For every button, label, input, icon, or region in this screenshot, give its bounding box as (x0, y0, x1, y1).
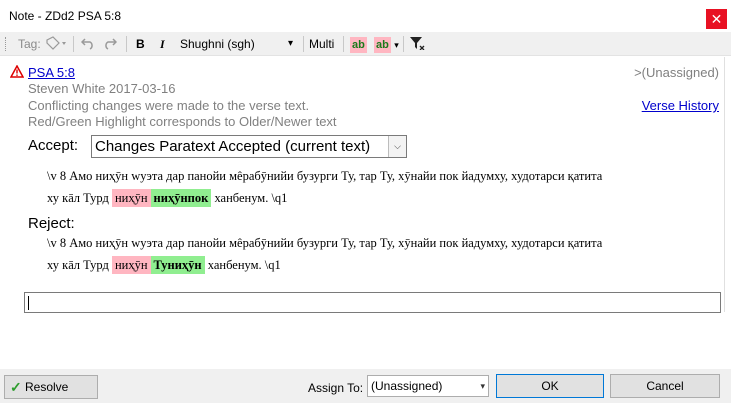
author-date: Steven White 2017-03-16 (28, 81, 176, 96)
toolbar-grip[interactable] (5, 37, 8, 51)
newer-text-highlight: Туниҳӯн (150, 256, 205, 274)
resolve-button[interactable]: ✓ Resolve (4, 375, 98, 399)
reference-link[interactable]: PSA 5:8 (28, 65, 75, 80)
toolbar: Tag: B I Shughni (sgh) ▾ Multi ab ab ▾ (0, 32, 731, 56)
redo-icon[interactable] (103, 36, 118, 52)
check-icon: ✓ (10, 379, 22, 395)
reject-verse-line1: \v 8 Амо ниҳӯн wуэта дар панойи мêрабӯни… (47, 236, 603, 250)
assign-to-value: (Unassigned) (371, 379, 443, 393)
reject-line2-end: ханбенум. \q1 (204, 258, 281, 272)
assign-to-label: Assign To: (308, 381, 364, 395)
undo-icon[interactable] (80, 36, 95, 52)
tag-label: Tag: (18, 37, 41, 51)
verse-history-link[interactable]: Verse History (642, 98, 719, 113)
accept-verse-text: \v 8 Амо ниҳӯн wуэта дар панойи мêрабӯни… (47, 165, 717, 209)
multi-button[interactable]: Multi (309, 36, 334, 52)
toolbar-separator (403, 36, 404, 52)
window-title: Note - ZDd2 PSA 5:8 (9, 9, 122, 23)
reject-verse-line2: ху кāл Турд ниҳӯн Туниҳӯн ханбенум. \q1 (47, 254, 717, 276)
accept-line2-start: ху кāл Турд (47, 191, 112, 205)
highlight-color-label: ab (374, 37, 391, 53)
close-button[interactable]: ✕ (706, 9, 727, 29)
cancel-button[interactable]: Cancel (610, 374, 720, 398)
highlight-button[interactable]: ab (350, 36, 367, 53)
newer-text-highlight: ниҳӯнпок (150, 189, 212, 207)
toolbar-separator (73, 36, 74, 52)
italic-button[interactable]: I (160, 36, 165, 52)
tag-icon[interactable] (46, 36, 68, 52)
warning-icon (10, 65, 24, 78)
reject-label: Reject: (28, 215, 75, 232)
resolve-label: Resolve (25, 380, 69, 394)
note-content: PSA 5:8 >(Unassigned) Steven White 2017-… (0, 57, 731, 369)
footer-bar: ✓ Resolve Assign To: (Unassigned) ▾ OK C… (0, 369, 731, 403)
content-border (724, 57, 725, 312)
older-text-highlight: ниҳӯн (111, 256, 151, 274)
accept-select-value: Changes Paratext Accepted (current text) (95, 138, 371, 155)
highlight-color-button[interactable]: ab ▾ (374, 36, 399, 53)
accept-verse-line1: \v 8 Амо ниҳӯн wуэта дар панойи мêрабӯни… (47, 169, 603, 183)
conflict-message: Conflicting changes were made to the ver… (28, 98, 310, 113)
highlight-explanation: Red/Green Highlight corresponds to Older… (28, 114, 337, 129)
chevron-down-icon: ▾ (480, 381, 485, 391)
toolbar-separator (126, 36, 127, 52)
bold-button[interactable]: B (136, 36, 145, 52)
highlight-label: ab (350, 37, 367, 53)
comment-input[interactable] (24, 292, 721, 313)
text-caret (28, 296, 29, 310)
ok-button[interactable]: OK (496, 374, 604, 398)
language-select[interactable]: Shughni (sgh) (180, 36, 255, 52)
accept-select[interactable]: Changes Paratext Accepted (current text)… (91, 135, 407, 158)
assign-to-select[interactable]: (Unassigned) ▾ (367, 375, 489, 397)
title-bar: Note - ZDd2 PSA 5:8 ✕ (0, 0, 731, 32)
assigned-status: >(Unassigned) (634, 65, 719, 80)
reject-line2-start: ху кāл Турд (47, 258, 112, 272)
chevron-down-icon[interactable]: ⌵ (388, 136, 406, 157)
accept-label: Accept: (28, 137, 79, 154)
chevron-down-icon[interactable]: ▾ (288, 36, 293, 52)
language-value: Shughni (sgh) (180, 37, 255, 51)
toolbar-separator (343, 36, 344, 52)
toolbar-separator (303, 36, 304, 52)
accept-line2-end: ханбенум. \q1 (211, 191, 288, 205)
older-text-highlight: ниҳӯн (111, 189, 151, 207)
chevron-down-icon: ▾ (394, 40, 399, 50)
filter-icon[interactable] (409, 36, 425, 52)
accept-verse-line2: ху кāл Турд ниҳӯн ниҳӯнпок ханбенум. \q1 (47, 187, 717, 209)
reject-verse-text: \v 8 Амо ниҳӯн wуэта дар панойи мêрабӯни… (47, 232, 717, 276)
